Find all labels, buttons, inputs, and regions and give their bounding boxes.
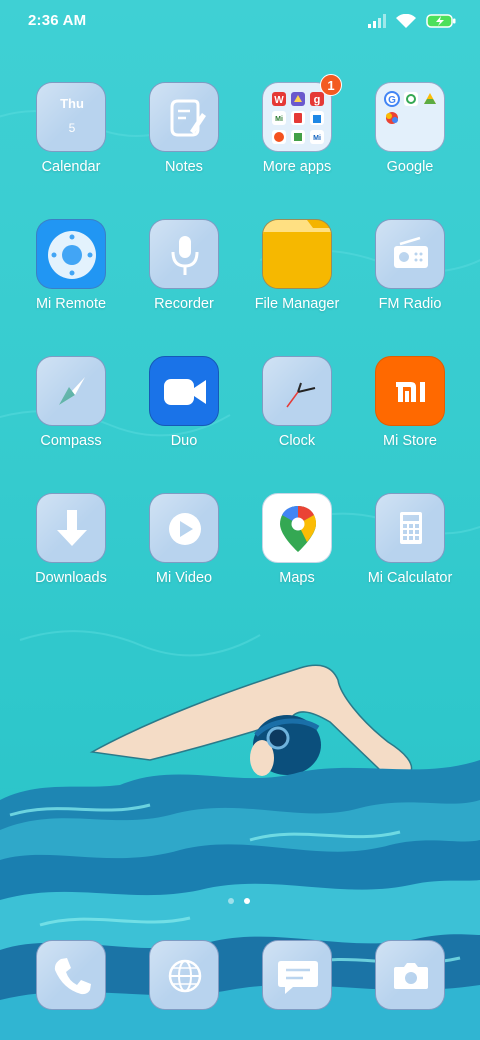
dock-messages[interactable]	[242, 940, 352, 1010]
folder-icon: W g Mi Mi	[262, 82, 332, 152]
dock-browser[interactable]	[129, 940, 239, 1010]
battery-charging-icon	[426, 14, 456, 28]
download-icon	[36, 493, 106, 563]
maps-pin-icon	[262, 493, 332, 563]
dock-phone[interactable]	[16, 940, 126, 1010]
app-label: Duo	[170, 433, 198, 449]
svg-text:W: W	[274, 95, 284, 106]
app-label: File Manager	[254, 296, 340, 312]
svg-text:Mi: Mi	[313, 135, 321, 142]
app-label: Mi Calculator	[367, 570, 453, 586]
app-label: Mi Video	[155, 570, 213, 586]
app-recorder[interactable]: Recorder	[129, 219, 239, 337]
app-notes[interactable]: Notes	[129, 82, 239, 200]
app-label: Maps	[279, 570, 315, 586]
calendar-date: 5	[68, 121, 76, 135]
page-dot[interactable]	[228, 898, 234, 904]
page-dot-current[interactable]	[244, 898, 250, 904]
app-label: Notes	[165, 159, 203, 175]
status-bar: 2:36 AM	[0, 0, 480, 44]
svg-text:g: g	[314, 94, 321, 106]
app-downloads[interactable]: Downloads	[16, 493, 126, 611]
app-compass[interactable]: Compass	[16, 356, 126, 474]
calendar-icon: Thu 5	[36, 82, 106, 152]
app-label: More apps	[262, 159, 332, 175]
app-folder-more-apps[interactable]: W g Mi Mi 1 More apps	[242, 74, 352, 200]
dock-camera[interactable]	[355, 940, 465, 1010]
app-file-manager[interactable]: File Manager	[242, 219, 352, 337]
status-time: 2:36 AM	[28, 12, 87, 29]
remote-icon	[36, 219, 106, 289]
svg-text:Mi: Mi	[275, 116, 283, 123]
app-calendar[interactable]: Thu 5 Calendar	[16, 82, 126, 200]
app-label: Compass	[40, 433, 102, 449]
phone-icon	[36, 940, 106, 1010]
app-label: FM Radio	[378, 296, 442, 312]
app-mi-video[interactable]: Mi Video	[129, 493, 239, 611]
messages-icon	[262, 940, 332, 1010]
browser-globe-icon	[149, 940, 219, 1010]
microphone-icon	[149, 219, 219, 289]
app-folder-google[interactable]: G Google	[355, 82, 465, 200]
compass-icon	[36, 356, 106, 426]
clock-icon	[262, 356, 332, 426]
app-label: Clock	[278, 433, 316, 449]
svg-text:G: G	[388, 95, 396, 106]
app-label: Recorder	[154, 296, 214, 312]
notes-icon	[149, 82, 219, 152]
play-icon	[149, 493, 219, 563]
calendar-day: Thu	[60, 96, 84, 111]
app-mi-calculator[interactable]: Mi Calculator	[355, 493, 465, 611]
app-maps[interactable]: Maps	[242, 493, 352, 611]
notification-badge: 1	[320, 74, 342, 96]
page-indicator	[228, 898, 250, 904]
radio-icon	[375, 219, 445, 289]
mi-logo-icon	[375, 356, 445, 426]
camera-icon	[375, 940, 445, 1010]
video-camera-icon	[149, 356, 219, 426]
app-label: Mi Store	[383, 433, 437, 449]
folder-icon: G	[375, 82, 445, 152]
signal-icon	[368, 14, 386, 28]
app-fm-radio[interactable]: FM Radio	[355, 219, 465, 337]
wifi-icon	[396, 13, 416, 28]
app-label: Mi Remote	[35, 296, 107, 312]
file-manager-icon	[262, 219, 332, 289]
app-label: Google	[386, 159, 434, 175]
calculator-icon	[375, 493, 445, 563]
app-clock[interactable]: Clock	[242, 356, 352, 474]
app-mi-store[interactable]: Mi Store	[355, 356, 465, 474]
app-label: Calendar	[41, 159, 101, 175]
app-label: Downloads	[35, 570, 107, 586]
app-duo[interactable]: Duo	[129, 356, 239, 474]
app-mi-remote[interactable]: Mi Remote	[16, 219, 126, 337]
